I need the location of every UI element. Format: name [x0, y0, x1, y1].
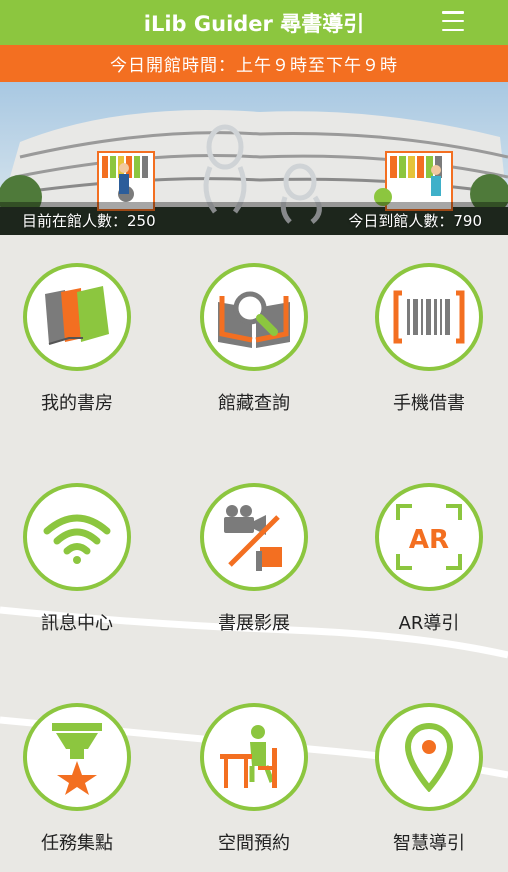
tile-label: AR導引 — [398, 613, 460, 634]
film-book-icon — [200, 483, 308, 591]
tile-task-points[interactable]: 任務集點 — [7, 703, 147, 855]
seat-reservation-icon — [200, 703, 308, 811]
ar-icon: AR — [375, 483, 483, 591]
opening-hours-bar: 今日開館時間：上午９時至下午９時 — [0, 45, 508, 82]
barcode-icon — [375, 263, 483, 371]
book-search-icon — [200, 263, 308, 371]
tile-ar-guide[interactable]: AR AR導引 — [359, 483, 499, 635]
tile-mobile-borrow[interactable]: 手機借書 — [359, 263, 499, 415]
location-pin-icon — [375, 703, 483, 811]
tile-label: 空間預約 — [218, 833, 290, 854]
tile-label: 我的書房 — [41, 393, 113, 414]
tile-label: 智慧導引 — [393, 833, 465, 854]
today-visitors-count: 今日到館人數：790 — [348, 212, 482, 230]
tile-book-film-exhibition[interactable]: 書展影展 — [184, 483, 324, 635]
tile-message-center[interactable]: 訊息中心 — [7, 483, 147, 635]
tile-label: 館藏查詢 — [218, 393, 290, 414]
tile-label: 手機借書 — [393, 393, 465, 414]
tile-my-study[interactable]: 我的書房 — [7, 263, 147, 415]
wifi-icon — [23, 483, 131, 591]
app-title: iLib Guider 尋書導引 — [143, 11, 365, 36]
tile-label: 任務集點 — [41, 833, 113, 854]
tile-label: 書展影展 — [218, 613, 290, 634]
app-header: iLib Guider 尋書導引 — [0, 0, 508, 45]
tile-collection-search[interactable]: 館藏查詢 — [184, 263, 324, 415]
hamburger-menu-icon[interactable] — [442, 11, 464, 31]
opening-hours-text: 今日開館時間：上午９時至下午９時 — [110, 56, 398, 76]
tile-space-reservation[interactable]: 空間預約 — [184, 703, 324, 855]
books-icon — [23, 263, 131, 371]
svg-text:AR: AR — [409, 525, 449, 555]
medal-icon — [23, 703, 131, 811]
current-visitors-count: 目前在館人數：250 — [22, 212, 156, 230]
tile-label: 訊息中心 — [41, 613, 113, 634]
tile-smart-guide[interactable]: 智慧導引 — [359, 703, 499, 855]
